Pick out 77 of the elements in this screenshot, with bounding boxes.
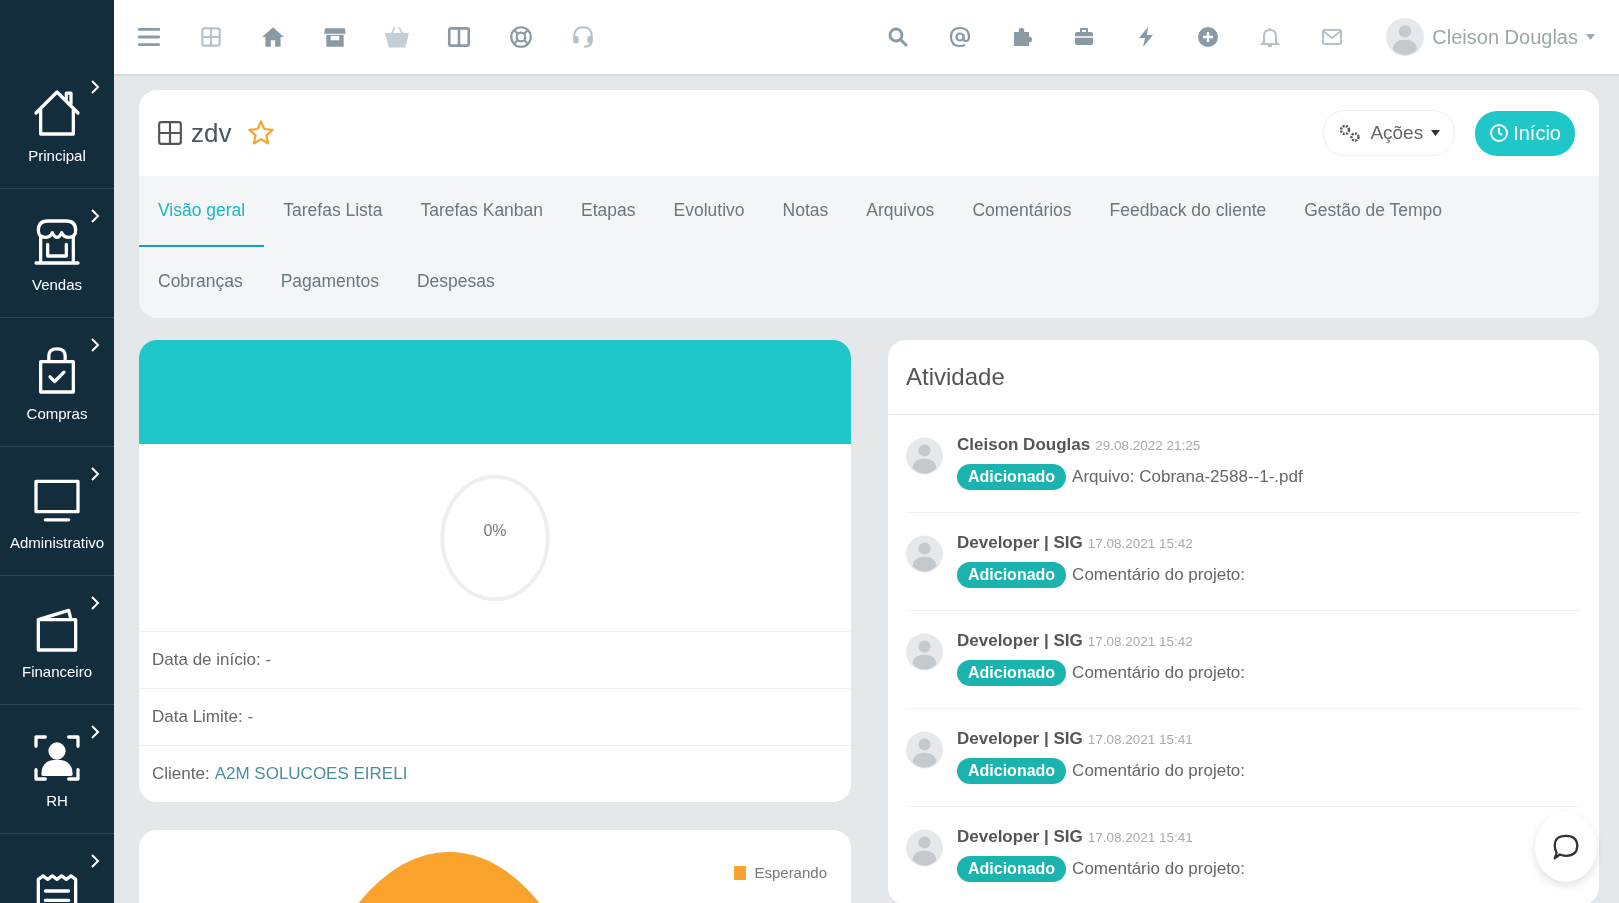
user-menu[interactable]: Cleison Douglas: [1380, 17, 1601, 57]
tab[interactable]: Evolutivo: [654, 176, 764, 247]
client-link[interactable]: A2M SOLUCOES EIRELI: [214, 764, 408, 784]
caret-icon: [1431, 130, 1441, 136]
detail-text: Data de início: -: [152, 650, 272, 670]
headset-icon[interactable]: [570, 24, 596, 50]
sidebar-item[interactable]: RH: [0, 705, 114, 834]
detail-text: Data Limite: -: [152, 707, 254, 727]
tab[interactable]: Tarefas Lista: [264, 176, 402, 247]
basket-icon[interactable]: [384, 24, 410, 50]
tab[interactable]: Tarefas Kanban: [401, 176, 563, 247]
lifebuoy-icon[interactable]: [508, 24, 534, 50]
status-badge: Adicionado: [957, 856, 1067, 882]
chevron-right-icon: [90, 338, 100, 352]
chevron-right-icon: [90, 467, 100, 481]
columns-icon[interactable]: [446, 24, 472, 50]
timestamp: 17.08.2021 15:41: [1087, 830, 1193, 845]
author-name: Developer | SIG: [957, 533, 1083, 553]
tab[interactable]: Feedback do cliente: [1090, 176, 1286, 247]
author-name: Developer | SIG: [957, 827, 1083, 847]
clock-icon: [1489, 123, 1510, 143]
chevron-right-icon: [90, 725, 100, 739]
tab[interactable]: Arquivos: [847, 176, 954, 247]
activity-text: Comentário do projeto:: [1072, 859, 1246, 879]
chevron-right-icon: [90, 854, 100, 868]
sidebar-item[interactable]: Administrativo: [0, 447, 114, 576]
timestamp: 17.08.2021 15:42: [1087, 634, 1193, 649]
avatar-icon: [906, 631, 943, 673]
timestamp: 17.08.2021 15:42: [1087, 536, 1193, 551]
activity-text: Comentário do projeto:: [1072, 565, 1246, 585]
avatar-icon: [906, 729, 943, 771]
tab[interactable]: Cobranças: [139, 247, 262, 318]
tab[interactable]: Visão geral: [139, 176, 265, 247]
author-name: Developer | SIG: [957, 729, 1083, 749]
plus-circle-icon[interactable]: [1196, 25, 1221, 49]
bell-icon[interactable]: [1258, 25, 1283, 49]
activity-text: Comentário do projeto:: [1072, 761, 1246, 781]
sidebar-item[interactable]: Principal: [0, 60, 114, 189]
sidebar-item[interactable]: Financeiro: [0, 576, 114, 705]
avatar-icon: [906, 435, 943, 477]
chevron-right-icon: [90, 80, 100, 94]
project-title: zdv: [191, 117, 232, 149]
detail-text: Cliente:: [152, 764, 210, 784]
status-badge: Adicionado: [957, 758, 1067, 784]
tab[interactable]: Notas: [763, 176, 848, 247]
avatar-icon: [906, 827, 943, 869]
timestamp: 17.08.2021 15:41: [1087, 732, 1193, 747]
sidebar-item[interactable]: Compras: [0, 318, 114, 447]
grid-icon[interactable]: [198, 24, 224, 50]
status-badge: Adicionado: [957, 464, 1067, 490]
tab[interactable]: Pagamentos: [261, 247, 398, 318]
activity-text: Arquivo: Cobrana-2588--1-.pdf: [1072, 467, 1303, 487]
chat-bubble-icon: [1551, 832, 1581, 862]
timestamp: 29.08.2022 21:25: [1095, 438, 1201, 453]
tab[interactable]: Comentários: [953, 176, 1091, 247]
tab[interactable]: Despesas: [397, 247, 514, 318]
actions-button[interactable]: Ações: [1323, 110, 1456, 156]
chevron-right-icon: [90, 209, 100, 223]
activity-title: Atividade: [906, 363, 1005, 391]
gears-icon: [1338, 123, 1363, 143]
status-badge: Adicionado: [957, 660, 1067, 686]
sidebar-item[interactable]: Vendas: [0, 189, 114, 318]
status-badge: Adicionado: [957, 562, 1067, 588]
activity-text: Comentário do projeto:: [1072, 663, 1246, 683]
legend-label: Esperando: [754, 864, 827, 881]
author-name: Cleison Douglas: [957, 435, 1091, 455]
progress-value: 0%: [483, 522, 507, 540]
at-sign-icon[interactable]: [948, 25, 973, 49]
caret-icon: [1586, 34, 1595, 40]
chevron-right-icon: [90, 596, 100, 610]
star-icon[interactable]: [247, 119, 276, 147]
avatar-icon: [906, 533, 943, 575]
grid-icon: [157, 120, 183, 146]
author-name: Developer | SIG: [957, 631, 1083, 651]
tab[interactable]: Gestão de Tempo: [1285, 176, 1462, 247]
tab[interactable]: Etapas: [562, 176, 655, 247]
avatar-icon: [1386, 18, 1425, 56]
